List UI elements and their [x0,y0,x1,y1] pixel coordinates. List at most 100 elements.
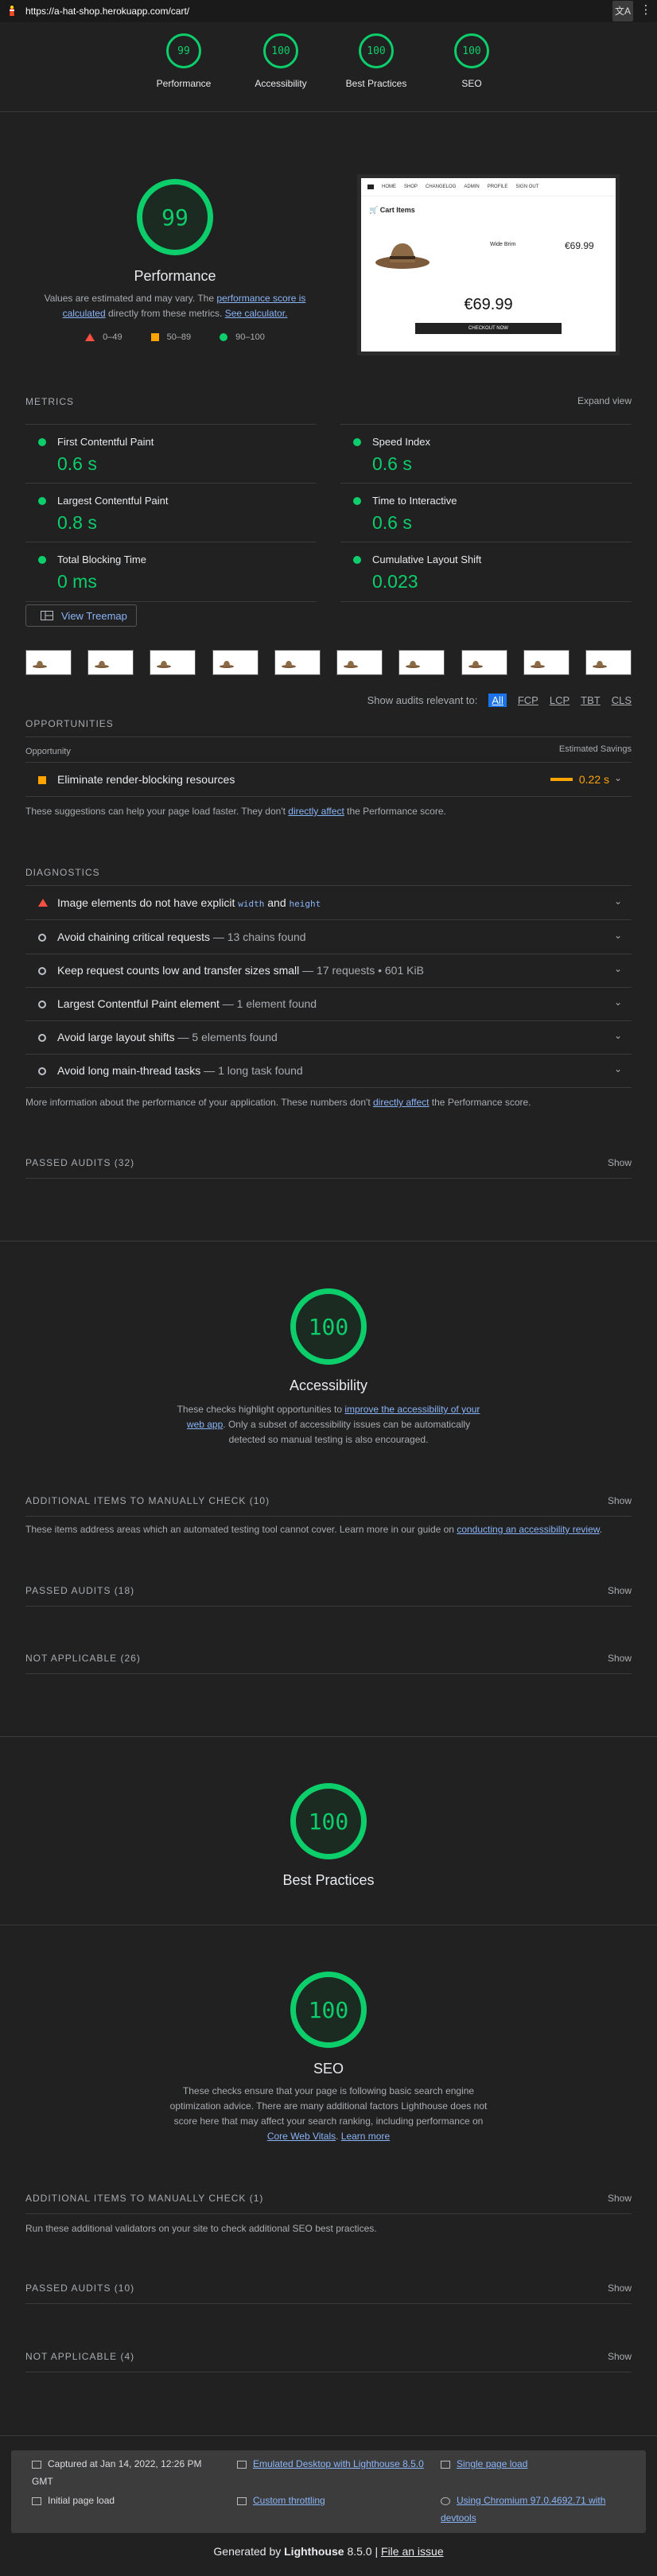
diag-detail: — 17 requests • 601 KiB [299,964,424,977]
more-options-icon[interactable]: ⋮ [640,1,652,21]
metric-value: 0.6 s [57,453,97,474]
directly-affect-link[interactable]: directly affect [373,1097,429,1108]
browser-bar: https://a-hat-shop.herokuapp.com/cart/ 文… [0,0,657,23]
filmstrip [25,650,632,675]
filmstrip-frame[interactable] [212,650,259,675]
filter-lcp[interactable]: LCP [550,694,570,706]
learn-more-link[interactable]: Learn more [341,2131,390,2142]
chevron-down-icon[interactable]: ⌄ [614,963,622,974]
filmstrip-frame[interactable] [398,650,445,675]
filmstrip-frame[interactable] [274,650,321,675]
translate-icon[interactable]: 文A [612,1,633,21]
filmstrip-frame[interactable] [336,650,383,675]
throttling-link[interactable]: Custom throttling [253,2495,325,2506]
chevron-down-icon[interactable]: ⌄ [614,896,622,907]
show-toggle[interactable]: Show [608,2351,632,2362]
chevron-down-icon[interactable]: ⌄ [614,1030,622,1041]
info-icon [38,999,46,1011]
diag-text: Largest Contentful Paint element [57,997,220,1010]
chevron-down-icon[interactable]: ⌄ [614,930,622,941]
diag-image-dimensions[interactable]: Image elements do not have explicit widt… [25,886,632,920]
metric-fcp: First Contentful Paint 0.6 s [25,424,317,484]
savings-column: Estimated Savings [558,744,632,754]
emulated-device: Emulated Desktop with Lighthouse 8.5.0 [237,2455,424,2473]
accessibility-manual-check[interactable]: ADDITIONAL ITEMS TO MANUALLY CHECK (10) … [25,1487,632,1517]
single-page-link[interactable]: Single page load [457,2458,527,2469]
gauge-best-practices[interactable]: 100 Best Practices [332,33,420,89]
diag-item[interactable]: Keep request counts low and transfer siz… [25,954,632,988]
chevron-down-icon[interactable]: ⌄ [614,1063,622,1074]
diag-item[interactable]: Largest Contentful Paint element — 1 ele… [25,987,632,1021]
opportunity-render-blocking[interactable]: Eliminate render-blocking resources 0.22… [25,762,632,797]
group-title: PASSED AUDITS (18) [25,1585,135,1596]
hat-image [157,661,172,668]
show-toggle[interactable]: Show [608,2193,632,2204]
pass-icon [38,556,46,564]
gauge-label: Performance [156,78,212,89]
diag-title: Image elements do not have explicit widt… [57,896,321,909]
filter-cls[interactable]: CLS [612,694,632,706]
group-title: PASSED AUDITS (32) [25,1157,135,1168]
filter-all[interactable]: All [488,694,507,707]
show-toggle[interactable]: Show [608,1157,632,1168]
screenshot-total: €69.99 [464,296,513,313]
diagnostics-note: More information about the performance o… [25,1097,632,1108]
diag-item[interactable]: Avoid large layout shifts — 5 elements f… [25,1020,632,1055]
treemap-icon [41,611,53,620]
show-toggle[interactable]: Show [608,1653,632,1664]
seo-manual-check[interactable]: ADDITIONAL ITEMS TO MANUALLY CHECK (1) S… [25,2185,632,2214]
page-url[interactable]: https://a-hat-shop.herokuapp.com/cart/ [25,6,189,17]
metrics-label: METRICS [25,396,74,407]
accessibility-review-link[interactable]: conducting an accessibility review [457,1524,599,1535]
expand-view-toggle[interactable]: Expand view [577,395,632,406]
gauge-performance[interactable]: 99 Performance [140,33,227,89]
chevron-down-icon[interactable]: ⌄ [614,997,622,1008]
category-divider [0,1736,657,1737]
chromium-link[interactable]: Using Chromium 97.0.4692.71 with devtool… [441,2495,605,2524]
chevron-down-icon[interactable]: ⌄ [614,772,622,783]
filmstrip-frame[interactable] [150,650,196,675]
note-text: the Performance score. [429,1097,531,1108]
view-treemap-button[interactable]: View Treemap [25,604,137,627]
note-text: These checks ensure that your page is fo… [169,2085,488,2127]
metric-tbt: Total Blocking Time 0 ms [25,542,317,602]
filmstrip-frame[interactable] [585,650,632,675]
screenshot-heading: 🛒 Cart Items [369,206,415,214]
directly-affect-link[interactable]: directly affect [288,806,344,817]
filmstrip-frame[interactable] [523,650,570,675]
note-text: These suggestions can help your page loa… [25,806,289,817]
gauge-accessibility[interactable]: 100 Accessibility [237,33,325,89]
filmstrip-frame[interactable] [461,650,507,675]
fail-icon [38,897,48,909]
hat-image [530,661,545,668]
see-calculator-link[interactable]: See calculator. [225,308,288,319]
emulated-link[interactable]: Emulated Desktop with Lighthouse 8.5.0 [253,2458,424,2469]
diag-item[interactable]: Avoid chaining critical requests — 13 ch… [25,920,632,954]
accessibility-not-applicable[interactable]: NOT APPLICABLE (26) Show [25,1645,632,1674]
show-toggle[interactable]: Show [608,1495,632,1506]
filmstrip-frame[interactable] [25,650,72,675]
generated-text: Generated by [213,2545,285,2558]
fail-icon [85,333,95,341]
accessibility-passed-audits[interactable]: PASSED AUDITS (18) Show [25,1577,632,1607]
metrics-header: METRICS Expand view [25,395,632,407]
pass-icon [353,438,361,446]
legend-label: 0–49 [103,332,122,342]
filter-tbt[interactable]: TBT [581,694,601,706]
show-toggle[interactable]: Show [608,1585,632,1596]
gauge-seo[interactable]: 100 SEO [428,33,515,89]
seo-passed-audits[interactable]: PASSED AUDITS (10) Show [25,2275,632,2304]
final-screenshot[interactable]: HOME SHOP CHANGELOG ADMIN PROFILE SIGN O… [357,174,620,356]
seo-not-applicable[interactable]: NOT APPLICABLE (4) Show [25,2343,632,2372]
screenshot-nav-item: ADMIN [464,185,480,189]
filmstrip-frame[interactable] [87,650,134,675]
show-toggle[interactable]: Show [608,2283,632,2294]
file-issue-link[interactable]: File an issue [381,2545,444,2558]
filter-fcp[interactable]: FCP [518,694,538,706]
performance-passed-audits[interactable]: PASSED AUDITS (32) Show [25,1149,632,1179]
diag-text: Keep request counts low and transfer siz… [57,964,300,977]
diag-title: Largest Contentful Paint element — 1 ele… [57,997,317,1010]
diag-item[interactable]: Avoid long main-thread tasks — 1 long ta… [25,1054,632,1088]
core-web-vitals-link[interactable]: Core Web Vitals [267,2131,336,2142]
chromium-icon [441,2496,450,2505]
